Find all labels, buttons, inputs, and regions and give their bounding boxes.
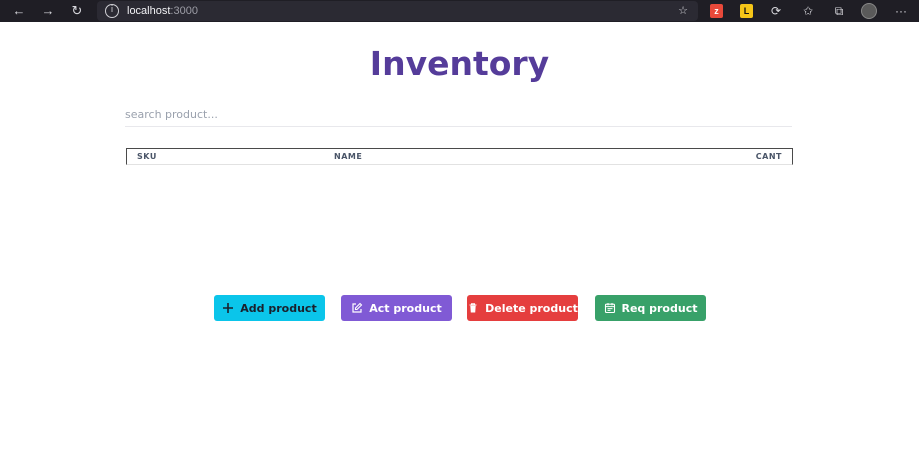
trash-icon bbox=[467, 302, 479, 314]
column-header-cant: CANT bbox=[755, 152, 782, 161]
search-input[interactable] bbox=[125, 103, 792, 127]
favorites-icon[interactable]: ✩ bbox=[800, 3, 816, 19]
collections-icon[interactable]: ⧉ bbox=[831, 3, 847, 19]
add-product-button[interactable]: Add product bbox=[214, 295, 325, 321]
extension-icon[interactable]: z bbox=[710, 4, 723, 18]
column-header-name: NAME bbox=[334, 152, 363, 161]
edit-icon bbox=[351, 302, 363, 314]
reload-icon[interactable]: ↻ bbox=[69, 3, 85, 19]
req-product-label: Req product bbox=[621, 301, 698, 315]
extension-icon[interactable]: L bbox=[740, 4, 753, 18]
address-bar[interactable]: i localhost:3000 ☆ bbox=[97, 1, 698, 21]
site-info-icon[interactable]: i bbox=[105, 4, 119, 18]
profile-avatar[interactable] bbox=[861, 3, 877, 19]
favorite-star-icon[interactable]: ☆ bbox=[676, 4, 690, 18]
plus-icon bbox=[222, 302, 234, 314]
page-title: Inventory bbox=[369, 44, 550, 83]
delete-product-button[interactable]: Delete product bbox=[467, 295, 578, 321]
calendar-icon bbox=[604, 302, 616, 314]
add-product-label: Add product bbox=[240, 301, 317, 315]
extensions-puzzle-icon[interactable]: ⟳ bbox=[768, 3, 784, 19]
forward-arrow-icon[interactable]: → bbox=[40, 3, 56, 19]
url-port: :3000 bbox=[170, 5, 198, 17]
url-text[interactable]: localhost:3000 bbox=[127, 4, 198, 18]
act-product-label: Act product bbox=[369, 301, 442, 315]
act-product-button[interactable]: Act product bbox=[341, 295, 452, 321]
req-product-button[interactable]: Req product bbox=[595, 295, 706, 321]
more-menu-icon[interactable]: ··· bbox=[893, 3, 909, 19]
back-arrow-icon[interactable]: ← bbox=[11, 3, 27, 19]
browser-toolbar: ← → ↻ i localhost:3000 ☆ z L ⟳ ✩ ⧉ ··· bbox=[0, 0, 919, 22]
column-header-sku: SKU bbox=[137, 152, 157, 161]
delete-product-label: Delete product bbox=[485, 301, 578, 315]
inventory-table: SKU NAME CANT bbox=[126, 148, 793, 165]
url-host: localhost bbox=[127, 5, 171, 17]
